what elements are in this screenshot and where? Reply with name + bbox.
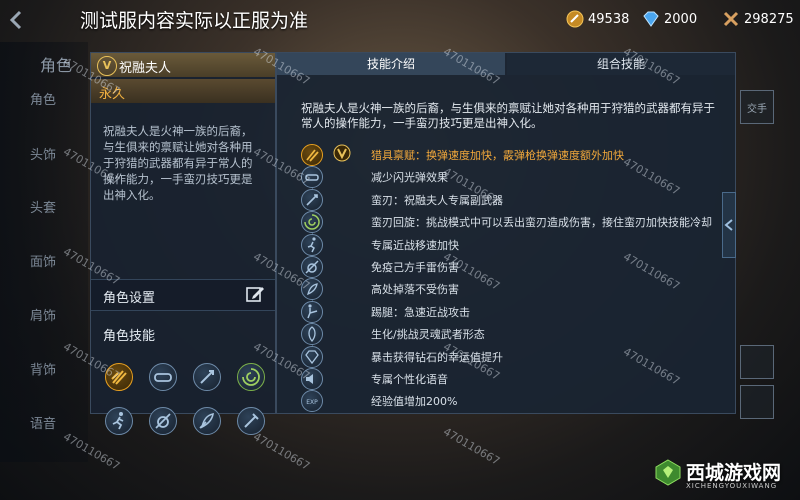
mini-skill-6[interactable] (149, 407, 177, 435)
goggles-icon (154, 373, 172, 382)
skill-row-text: 经验值增加200% (371, 395, 458, 409)
hero-name: 祝融夫人 (119, 61, 172, 76)
sword-icon (306, 193, 318, 206)
hero-name-bar: V 祝融夫人 (91, 53, 275, 77)
hero-description: 祝融夫人是火神一族的后裔，与生俱来的禀赋让她对各种用于狩猎的武器都有异于常人的操… (103, 124, 253, 202)
back-button[interactable] (6, 8, 28, 32)
diamond-icon (643, 11, 659, 27)
role-settings-label: 角色设置 (103, 291, 156, 306)
mini-skill-8[interactable] (237, 407, 265, 435)
edge-slot-2[interactable] (740, 345, 774, 379)
skill-row-icon: EXP (301, 390, 323, 413)
running-icon (112, 412, 124, 430)
page-title: 测试服内容实际以正服为准 (80, 10, 309, 32)
feather-icon (199, 412, 214, 429)
edge-slot-1[interactable]: 交手 (740, 90, 774, 124)
mini-skill-3[interactable] (193, 363, 221, 391)
gold-coin-icon (566, 10, 584, 28)
skill-row-text: 猎具禀赋：换弹速度加快，霰弹枪换弹速度额外加快 (371, 149, 624, 162)
currency-medal[interactable]: 298275 (722, 9, 794, 29)
hero-info-panel: V 祝融夫人 永久 祝融夫人是火神一族的后裔，与生俱来的禀赋让她对各种用于狩猎的… (90, 52, 276, 435)
collapse-button[interactable] (722, 192, 736, 258)
sidebar-item-face[interactable]: 面饰 (30, 251, 56, 270)
sword-icon (200, 370, 214, 384)
medal-icon (723, 11, 739, 27)
diamond-value: 2000 (664, 11, 698, 27)
watermark-text: 470110667 (440, 425, 503, 468)
currency-gold[interactable]: 49538 (566, 9, 629, 29)
skill-row-text: 专属个性化语音 (371, 373, 448, 386)
sidebar-item-voice[interactable]: 语音 (30, 413, 56, 432)
knife-icon (244, 413, 259, 428)
mini-skill-7[interactable] (193, 407, 221, 435)
currency-diamond[interactable]: 2000 (642, 9, 697, 29)
top-bar: 测试服内容实际以正服为准 49538 2000 298275 (0, 0, 800, 40)
medal-value: 298275 (744, 11, 794, 27)
role-settings-row[interactable]: 角色设置 (91, 279, 275, 311)
skill-description: 祝融夫人是火神一族的后裔，与生俱来的禀赋让她对各种用于狩猎的武器都有异于常人的操… (301, 101, 715, 130)
skill-row-text: 蛮刃回旋：挑战模式中可以丢出蛮刃造成伤害，接住蛮刃加快技能冷却 (371, 216, 712, 230)
sidebar-item-shoulder[interactable]: 肩饰 (30, 305, 56, 324)
kick-icon (307, 304, 318, 319)
skill-row-icon (301, 188, 323, 211)
edge-slot-label: 交手 (747, 104, 767, 115)
watermark-text: 470110667 (250, 430, 313, 473)
sidebar-item-hood[interactable]: 头套 (30, 197, 56, 216)
v-badge-icon (333, 144, 351, 162)
site-logo-icon (655, 459, 681, 486)
chevron-left-icon (9, 10, 22, 30)
no-grenade-icon (155, 413, 171, 429)
skill-row-text: 专属近战移速加快 (371, 238, 459, 252)
role-skills-label: 角色技能 (103, 329, 156, 344)
skill-row-icon (301, 300, 323, 323)
gold-value: 49538 (588, 11, 630, 27)
skill-row-text: 减少闪光弹效果 (371, 171, 448, 185)
diamond-luck-icon (305, 349, 319, 364)
site-logo: 西城游戏网 XICHENGYOUXIWANG (650, 452, 796, 496)
mini-skill-5[interactable] (105, 407, 133, 435)
skill-row-icon (301, 256, 323, 278)
mini-skill-4[interactable] (237, 363, 265, 391)
skill-row-icon (301, 211, 323, 234)
running-icon (307, 236, 316, 252)
mini-skill-2[interactable] (149, 363, 177, 391)
dual-blade-icon (306, 149, 319, 162)
skill-row-text: 踢腿：急速近战攻击 (371, 305, 470, 319)
sidebar-item-back[interactable]: 背饰 (30, 359, 56, 378)
edit-icon[interactable] (245, 284, 265, 304)
no-grenade-icon (305, 260, 319, 274)
soul-icon (308, 326, 316, 343)
exp-icon: EXP (306, 399, 318, 406)
logo-subtext: XICHENGYOUXIWANG (686, 482, 778, 490)
skill-row-icon (301, 323, 323, 346)
sidebar-item-headwear[interactable]: 头饰 (30, 144, 56, 163)
skill-row-text: 生化/挑战灵魂武者形态 (371, 328, 485, 342)
skill-panel: 技能介绍 组合技能 祝融夫人是火神一族的后裔，与生俱来的禀赋让她对各种用于狩猎的… (276, 52, 736, 414)
skill-row-icon (301, 233, 323, 256)
swirl-icon (242, 368, 260, 386)
svg-text:EXP: EXP (306, 399, 318, 406)
logo-text: 西城游戏网 (686, 462, 782, 484)
swirl-icon (304, 214, 320, 230)
sidebar-item-role[interactable]: 角色 (30, 89, 56, 108)
chevron-left-icon (724, 219, 733, 231)
skill-row-text: 高处掉落不受伤害 (371, 283, 459, 297)
skill-row-icon (301, 144, 323, 166)
edge-slot-3[interactable] (740, 385, 774, 419)
skill-row-icon (301, 345, 323, 368)
